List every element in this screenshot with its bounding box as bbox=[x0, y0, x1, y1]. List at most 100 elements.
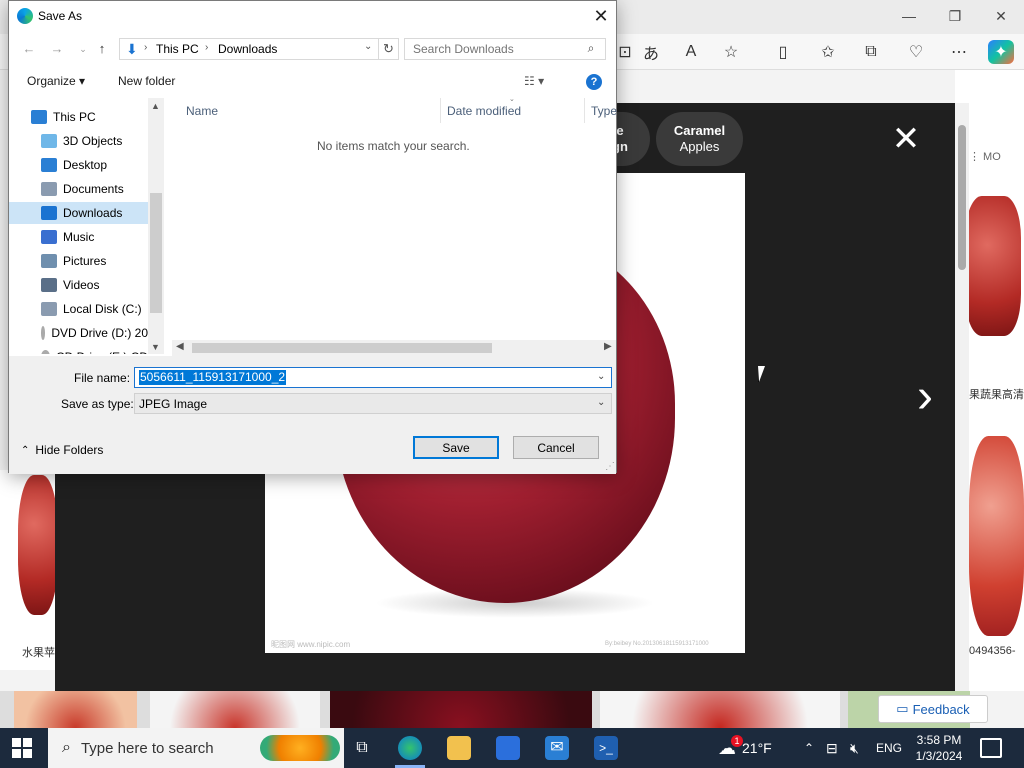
strip-thumb-4[interactable] bbox=[600, 691, 840, 728]
address-bar[interactable]: ⬇ › This PC › Downloads ⌄ bbox=[119, 38, 379, 60]
network-icon[interactable]: ⊟ bbox=[826, 728, 838, 768]
page-scrollbar[interactable] bbox=[955, 103, 969, 691]
refresh-icon[interactable]: ↻ bbox=[379, 38, 399, 60]
address-dropdown-icon[interactable]: ⌄ bbox=[364, 41, 372, 52]
favorites-icon[interactable]: ✩ bbox=[815, 40, 841, 64]
favorite-star-icon[interactable]: ☆ bbox=[718, 40, 744, 64]
caption-left: 水果苹 bbox=[22, 647, 55, 659]
volume-muted-icon[interactable]: 🔇︎ bbox=[850, 728, 859, 768]
page-scrollbar-thumb[interactable] bbox=[958, 125, 966, 270]
up-arrow-icon[interactable]: ↑ bbox=[92, 40, 112, 58]
tree-item-cd-drive-e-cd[interactable]: CD Drive (E:) CD bbox=[9, 346, 148, 354]
taskbar-clock[interactable]: 3:58 PM 1/3/2024 bbox=[914, 732, 964, 764]
language-indicator[interactable]: ENG bbox=[876, 728, 902, 768]
split-screen-icon[interactable]: ▯ bbox=[770, 40, 796, 64]
thumb-apple-left[interactable] bbox=[18, 475, 58, 615]
tree-item-desktop[interactable]: Desktop bbox=[9, 154, 148, 176]
scroll-right-icon[interactable]: ▶ bbox=[604, 341, 612, 352]
new-folder-button[interactable]: New folder bbox=[118, 74, 175, 88]
notifications-icon[interactable] bbox=[980, 738, 1002, 758]
tree-scrollbar-thumb[interactable] bbox=[150, 193, 162, 313]
more-icon[interactable]: ⋯ bbox=[946, 40, 972, 64]
next-image-icon[interactable]: › bbox=[905, 372, 945, 422]
tree-item-pictures[interactable]: Pictures bbox=[9, 250, 148, 272]
translate-icon[interactable]: あ bbox=[638, 40, 664, 64]
thumb-apple-right-1[interactable] bbox=[965, 196, 1021, 336]
strip-thumb-3[interactable] bbox=[330, 691, 592, 728]
strip-thumb-2[interactable] bbox=[150, 691, 320, 728]
organize-button[interactable]: Organize ▾ bbox=[27, 74, 85, 88]
column-divider[interactable] bbox=[440, 98, 441, 123]
tree-item-this-pc[interactable]: This PC bbox=[9, 106, 148, 128]
column-date-modified[interactable]: Date modified bbox=[447, 104, 521, 118]
tree-item-music[interactable]: Music bbox=[9, 226, 148, 248]
close-viewer-icon[interactable]: ✕ bbox=[888, 122, 924, 158]
column-divider[interactable] bbox=[584, 98, 585, 123]
copilot-icon[interactable]: ✦ bbox=[988, 40, 1014, 64]
breadcrumb-separator-icon[interactable]: › bbox=[144, 42, 147, 53]
resize-grip-icon[interactable]: ⋰ bbox=[605, 461, 615, 472]
search-input[interactable] bbox=[404, 38, 606, 60]
store-icon[interactable] bbox=[496, 736, 520, 760]
file-name-dropdown-icon[interactable]: ⌄ bbox=[597, 371, 605, 382]
view-options-icon[interactable]: ☷ ▾ bbox=[524, 74, 544, 88]
hscrollbar-thumb[interactable] bbox=[192, 343, 492, 353]
tree-item-documents[interactable]: Documents bbox=[9, 178, 148, 200]
tree-item-downloads[interactable]: Downloads bbox=[9, 202, 148, 224]
breadcrumb-this-pc[interactable]: This PC bbox=[156, 42, 199, 56]
hide-folders-button[interactable]: ⌃ Hide Folders bbox=[21, 443, 103, 457]
breadcrumb-separator-icon[interactable]: › bbox=[205, 42, 208, 53]
save-button[interactable]: Save bbox=[413, 436, 499, 459]
pictures-icon bbox=[41, 254, 57, 268]
tree-item-dvd-drive-d-20[interactable]: DVD Drive (D:) 20 bbox=[9, 322, 148, 344]
weather-badge: 1 bbox=[731, 735, 743, 747]
read-aloud-icon[interactable]: A bbox=[678, 40, 704, 64]
feedback-button[interactable]: ▭ Feedback bbox=[878, 695, 988, 723]
tree-item-3d-objects[interactable]: 3D Objects bbox=[9, 130, 148, 152]
close-window-icon[interactable]: ✕ bbox=[978, 0, 1024, 32]
file-name-value[interactable]: 5056611_115913171000_2 bbox=[139, 370, 287, 385]
task-view-icon[interactable]: ⧉ bbox=[350, 736, 374, 760]
file-explorer-icon[interactable] bbox=[447, 736, 471, 760]
taskbar: ⌕ Type here to search ⧉ ✉ >_ ☁ 21°F 1 ⌃ … bbox=[0, 728, 1024, 768]
edge-taskbar-icon[interactable] bbox=[398, 736, 422, 760]
scroll-up-icon[interactable]: ▲ bbox=[151, 101, 160, 111]
save-type-dropdown-icon[interactable]: ⌄ bbox=[597, 397, 605, 408]
more-link[interactable]: ⋮ MO bbox=[969, 150, 1001, 163]
collections-icon[interactable]: ⧉ bbox=[858, 40, 884, 64]
restore-icon[interactable]: ❐ bbox=[932, 0, 978, 32]
back-arrow-icon[interactable]: ← bbox=[19, 40, 39, 58]
thumb-apple-right-2[interactable] bbox=[969, 436, 1024, 636]
hide-folders-label: Hide Folders bbox=[35, 443, 104, 457]
performance-icon[interactable]: ♡ bbox=[903, 40, 929, 64]
tree-item-videos[interactable]: Videos bbox=[9, 274, 148, 296]
cancel-button[interactable]: Cancel bbox=[513, 436, 599, 459]
mail-icon[interactable]: ✉ bbox=[545, 736, 569, 760]
powershell-icon[interactable]: >_ bbox=[594, 736, 618, 760]
taskbar-search[interactable]: ⌕ Type here to search bbox=[48, 728, 344, 768]
tree-item-label: Videos bbox=[63, 278, 100, 292]
minimize-icon[interactable]: — bbox=[886, 0, 932, 32]
scroll-left-icon[interactable]: ◀ bbox=[176, 341, 184, 352]
show-hidden-icons[interactable]: ⌃ bbox=[804, 728, 814, 768]
tree-item-local-disk-c[interactable]: Local Disk (C:) bbox=[9, 298, 148, 320]
tree-item-label: This PC bbox=[53, 110, 96, 124]
scroll-down-icon[interactable]: ▼ bbox=[151, 342, 160, 352]
chip-caramel-apples[interactable]: Caramel Apples bbox=[656, 112, 743, 166]
help-icon[interactable]: ? bbox=[586, 74, 602, 90]
file-name-input[interactable]: 5056611_115913171000_2 ⌄ bbox=[134, 367, 612, 388]
strip-thumb-1[interactable] bbox=[14, 691, 137, 728]
recent-dropdown-icon[interactable]: ⌄ bbox=[73, 40, 93, 58]
chip-line: Apples bbox=[679, 139, 720, 154]
breadcrumb-downloads[interactable]: Downloads bbox=[218, 42, 277, 56]
column-type[interactable]: Type bbox=[591, 104, 617, 118]
tree-scrollbar[interactable]: ▲ ▼ bbox=[148, 98, 164, 354]
column-name[interactable]: Name bbox=[186, 104, 218, 118]
save-type-select[interactable]: JPEG Image ⌄ bbox=[134, 393, 612, 414]
windows-start-icon[interactable] bbox=[12, 738, 32, 758]
weather-widget[interactable]: ☁ 21°F bbox=[718, 728, 772, 768]
file-list-hscrollbar[interactable]: ◀ ▶ bbox=[172, 340, 616, 356]
dialog-close-icon[interactable]: ✕ bbox=[589, 5, 613, 29]
forward-arrow-icon[interactable]: → bbox=[47, 40, 67, 58]
file-name-label: File name: bbox=[74, 371, 131, 385]
